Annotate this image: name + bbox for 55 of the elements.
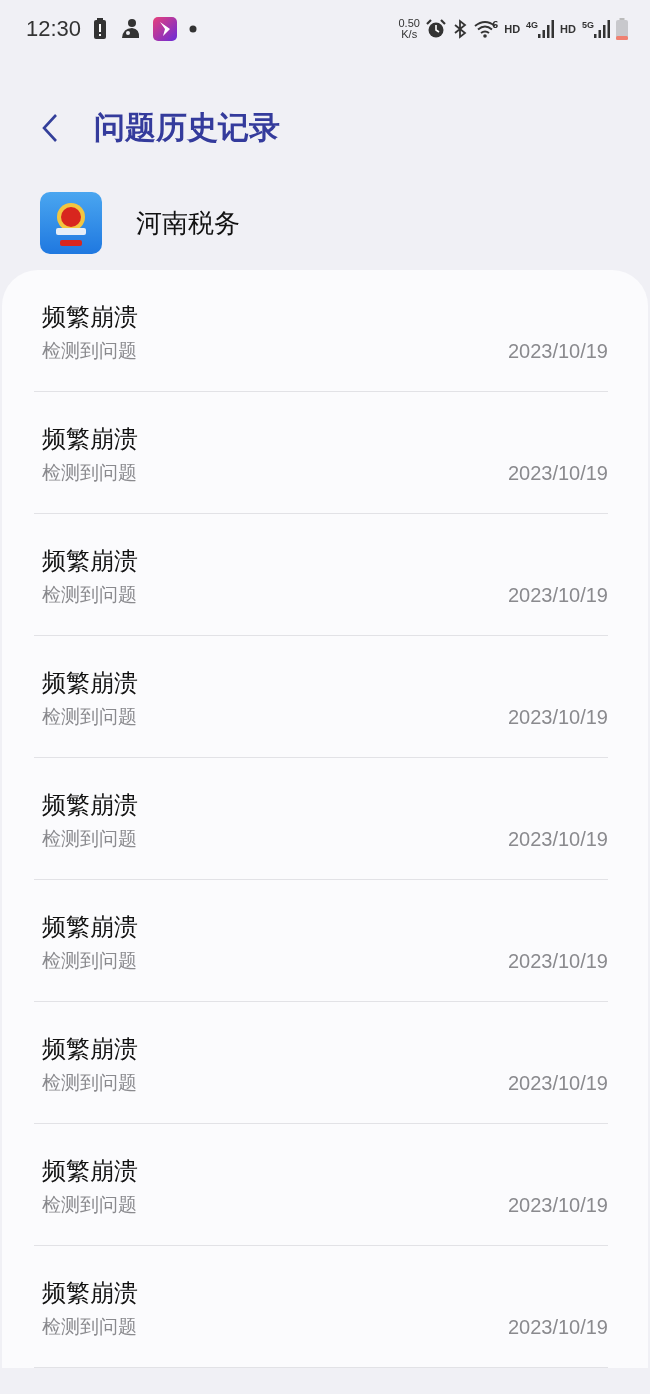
record-title: 频繁崩溃 <box>42 546 139 576</box>
dot-icon <box>189 25 198 33</box>
page-title: 问题历史记录 <box>94 108 280 147</box>
record-status: 检测到问题 <box>42 338 137 363</box>
back-icon <box>42 113 58 143</box>
record-date: 2023/10/19 <box>507 461 608 485</box>
record-status: 检测到问题 <box>42 582 137 607</box>
record-title: 频繁崩溃 <box>42 912 139 942</box>
record-title: 频繁崩溃 <box>42 302 139 332</box>
record-date: 2023/10/19 <box>507 339 608 363</box>
record-status: 检测到问题 <box>42 1070 137 1095</box>
network-speed: 0.50 <box>398 18 420 29</box>
network-type: 4G <box>526 20 539 30</box>
record-row[interactable]: 频繁崩溃 检测到问题 2023/10/19 <box>34 1246 608 1368</box>
signal-icon <box>594 20 610 38</box>
record-date: 2023/10/19 <box>507 1193 608 1217</box>
record-date: 2023/10/19 <box>507 1315 608 1339</box>
record-title: 频繁崩溃 <box>42 1156 139 1186</box>
record-date: 2023/10/19 <box>507 583 608 607</box>
record-date: 2023/10/19 <box>507 705 608 729</box>
record-date: 2023/10/19 <box>507 827 608 851</box>
record-row[interactable]: 频繁崩溃 检测到问题 2023/10/19 <box>34 392 608 514</box>
speed-unit: K/s <box>401 29 418 40</box>
figure-icon <box>119 18 142 40</box>
record-status: 检测到问题 <box>42 948 137 973</box>
record-date: 2023/10/19 <box>507 1071 608 1095</box>
record-title: 频繁崩溃 <box>42 1278 139 1308</box>
record-row[interactable]: 频繁崩溃 检测到问题 2023/10/19 <box>34 1124 608 1246</box>
emblem-app-icon <box>40 192 102 254</box>
alarm-icon <box>425 19 446 39</box>
record-title: 频繁崩溃 <box>42 790 139 820</box>
record-status: 检测到问题 <box>42 460 137 485</box>
record-date: 2023/10/19 <box>507 949 608 973</box>
network-type: 5G <box>582 20 594 30</box>
record-row[interactable]: 频繁崩溃 检测到问题 2023/10/19 <box>34 1002 608 1124</box>
hd-label: HD <box>560 23 576 35</box>
app-icon <box>153 17 178 41</box>
record-status: 检测到问题 <box>42 704 137 729</box>
battery-alert-icon <box>93 18 108 40</box>
record-status: 检测到问题 <box>42 826 137 851</box>
signal-icon <box>538 20 555 38</box>
record-row[interactable]: 频繁崩溃 检测到问题 2023/10/19 <box>34 270 608 392</box>
record-title: 频繁崩溃 <box>42 424 139 454</box>
record-row[interactable]: 频繁崩溃 检测到问题 2023/10/19 <box>34 758 608 880</box>
record-row[interactable]: 频繁崩溃 检测到问题 2023/10/19 <box>34 880 608 1002</box>
battery-icon <box>616 18 628 40</box>
record-row[interactable]: 频繁崩溃 检测到问题 2023/10/19 <box>34 636 608 758</box>
record-status: 检测到问题 <box>42 1314 137 1339</box>
record-row[interactable]: 频繁崩溃 检测到问题 2023/10/19 <box>34 514 608 636</box>
record-title: 频繁崩溃 <box>42 1034 139 1064</box>
clock-time: 12:30 <box>26 16 82 42</box>
app-name: 河南税务 <box>136 206 240 240</box>
record-title: 频繁崩溃 <box>42 668 139 698</box>
hd-label: HD <box>504 23 521 35</box>
record-status: 检测到问题 <box>42 1192 137 1217</box>
